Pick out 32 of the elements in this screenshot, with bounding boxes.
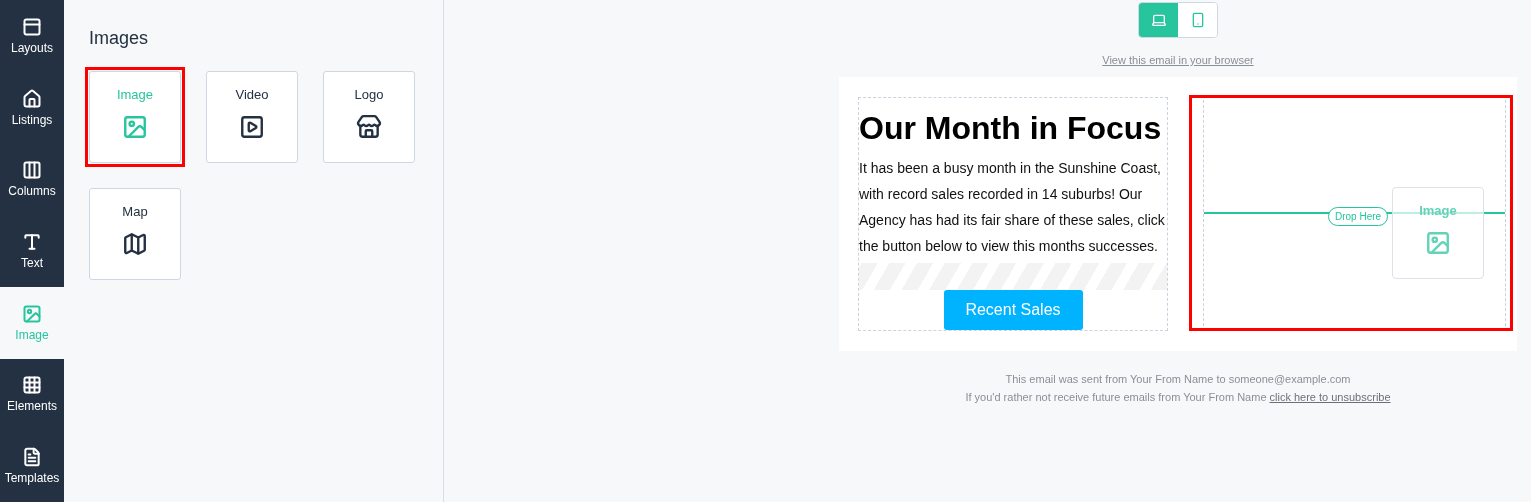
panel-title: Images (89, 28, 150, 49)
text-icon (22, 232, 42, 252)
block-tile[interactable]: Map (89, 188, 181, 280)
grid-icon (22, 375, 42, 396)
block-tile[interactable]: Logo (323, 71, 415, 163)
sidebar-item[interactable]: Layouts (0, 0, 64, 72)
map-icon (122, 231, 148, 257)
sidebar-item[interactable]: Listings (0, 71, 64, 144)
laptop-icon (1150, 12, 1167, 28)
sidebar-item[interactable]: Templates (0, 430, 64, 502)
storefront-icon (356, 114, 382, 140)
unsubscribe-link[interactable]: click here to unsubscribe (1269, 391, 1391, 403)
sidebar-item[interactable]: Elements (0, 358, 64, 431)
email-heading: Our Month in Focus (859, 110, 1163, 147)
sidebar-item[interactable]: Text (0, 215, 64, 287)
screen-icon (22, 16, 42, 37)
block-tile[interactable]: Video (206, 71, 298, 163)
mobile-view-button[interactable] (1178, 3, 1217, 37)
columns-icon (22, 160, 42, 181)
play-icon (239, 114, 265, 140)
sidebar-item[interactable]: Columns (0, 143, 64, 216)
image-icon (1425, 230, 1451, 256)
document-icon (22, 447, 42, 468)
unsubscribe-text: If you'd rather not receive future emails from Your From Name (965, 391, 1267, 403)
image-icon (122, 114, 148, 140)
desktop-view-button[interactable] (1139, 3, 1178, 37)
sent-from-text: This email was sent from Your From Name to someone@example.com (1005, 373, 1351, 385)
house-icon (22, 88, 42, 109)
image-icon (22, 303, 42, 324)
email-body: It has been a busy month in the Sunshine Coast, with record sales recorded in 14 suburbs! Our Agency has had its fair share of these sales, click the button below to view this months successes. (859, 159, 1166, 256)
dragged-tile-label: Image (1419, 203, 1457, 218)
drop-label: Drop Here (1328, 207, 1389, 226)
